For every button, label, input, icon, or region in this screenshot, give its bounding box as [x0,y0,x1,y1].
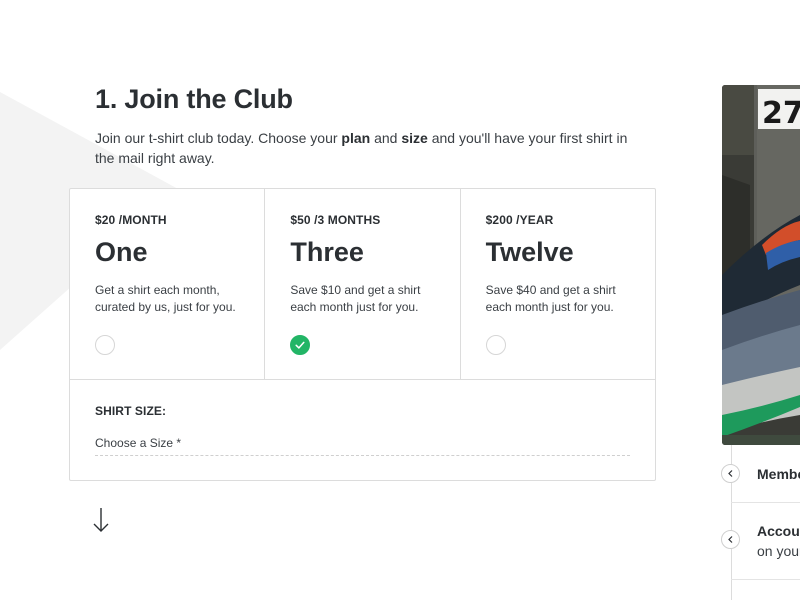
plan-radio[interactable] [485,335,506,355]
intro-part: and [370,130,402,146]
intro-bold-plan: plan [341,130,371,146]
check-icon [295,341,305,349]
plan-name: One [95,237,148,267]
plan-price: $200 /YEAR [485,213,554,227]
plan-radio[interactable] [95,335,115,355]
plan-name: Twelve [485,237,574,267]
shirt-size-section: SHIRT SIZE: Choose a Size * [70,380,655,456]
plan-price: $50 /3 MONTHS [290,213,381,227]
arrow-down-icon[interactable] [91,506,111,534]
intro-part: Join our t-shirt club today. Choose your [95,130,342,146]
page-title: 1. Join the Club [95,84,293,114]
plan-description: Get a shirt each month, curated by us, j… [95,283,236,314]
plan-option-twelve[interactable]: $200 /YEAR Twelve Save $40 and get a shi… [461,189,655,379]
plan-description: Save $40 and get a shirt each month just… [485,283,616,314]
plan-description: Save $10 and get a shirt each month just… [290,283,421,314]
side-panel-rail [731,445,732,600]
plan-price: $20 /MONTH [95,213,167,227]
intro-text: Join our t-shirt club today. Choose your… [95,128,635,168]
intro-bold-size: size [401,130,428,146]
product-photo: 27 [722,85,800,445]
plan-options: $20 /MONTH One Get a shirt each month, c… [70,189,655,380]
plan-option-one[interactable]: $20 /MONTH One Get a shirt each month, c… [70,189,266,379]
plan-option-three[interactable]: $50 /3 MONTHS Three Save $10 and get a s… [265,189,461,379]
plan-name: Three [290,237,364,267]
shirt-size-label: SHIRT SIZE: [95,404,167,418]
plan-selector: $20 /MONTH One Get a shirt each month, c… [69,188,656,481]
size-select[interactable]: Choose a Size * [95,436,630,456]
photo-number: 27 [762,96,800,131]
plan-radio-selected[interactable] [290,335,311,355]
